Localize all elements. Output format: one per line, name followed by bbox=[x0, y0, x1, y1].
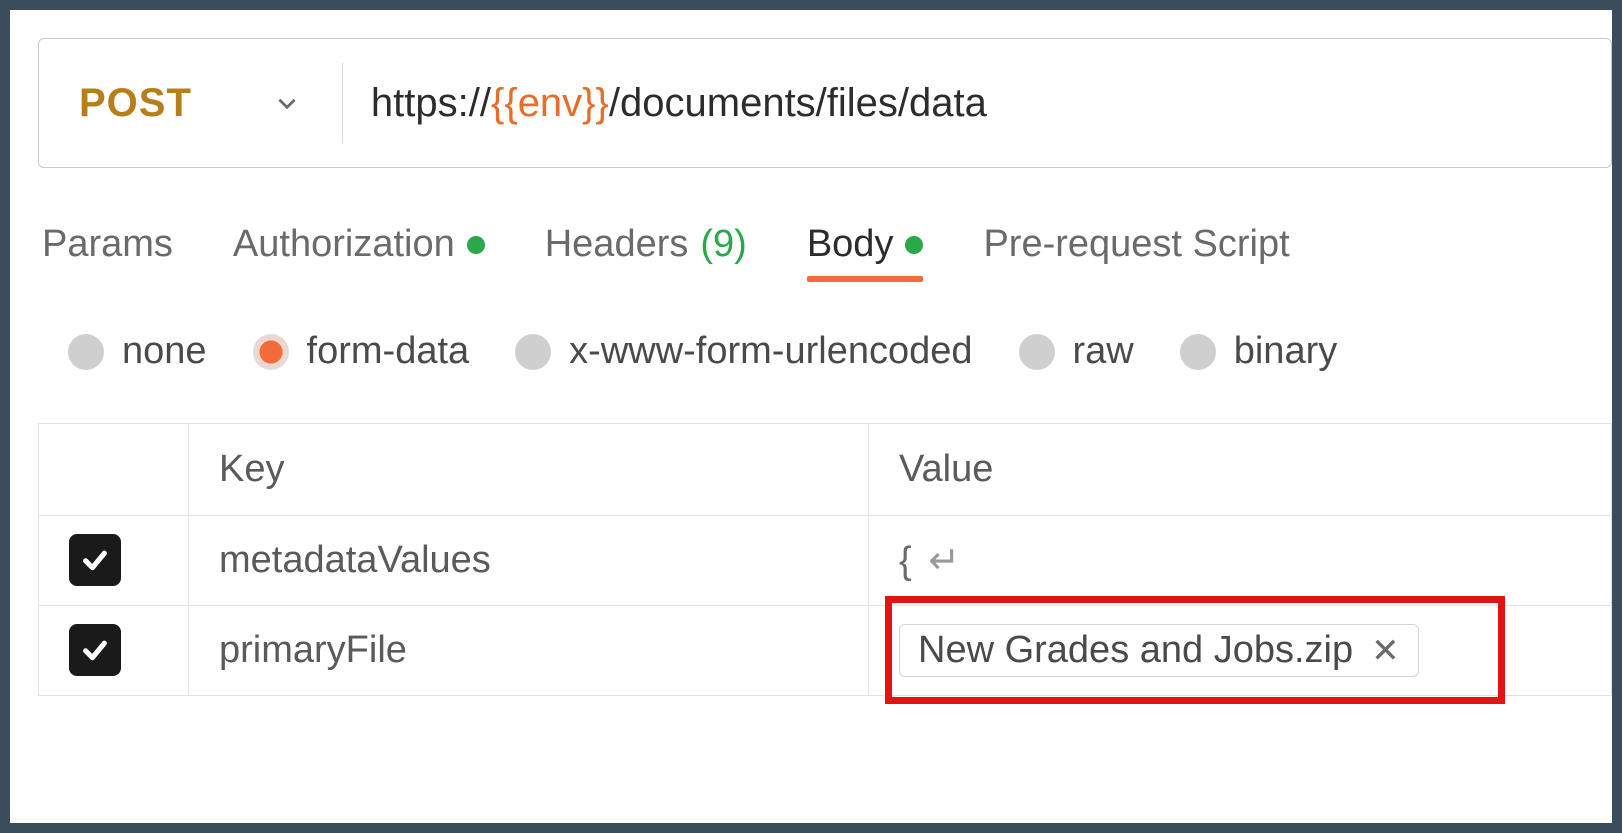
body-type-radios: none form-data x-www-form-urlencoded raw… bbox=[38, 330, 1612, 373]
tab-body-label: Body bbox=[807, 223, 894, 266]
row-checkbox[interactable] bbox=[69, 534, 121, 586]
key-cell[interactable]: primaryFile bbox=[189, 606, 869, 696]
tab-headers[interactable]: Headers (9) bbox=[545, 223, 747, 280]
table-row: metadataValues { ↵ bbox=[39, 516, 1612, 606]
radio-none-label: none bbox=[122, 330, 207, 373]
url-prefix: https:// bbox=[371, 81, 491, 125]
tab-prerequest[interactable]: Pre-request Script bbox=[983, 223, 1289, 280]
file-chip[interactable]: New Grades and Jobs.zip ✕ bbox=[899, 624, 1419, 677]
request-panel: POST https://{{env}}/documents/files/dat… bbox=[10, 10, 1612, 823]
http-method-label: POST bbox=[79, 81, 192, 126]
radio-binary[interactable]: binary bbox=[1180, 330, 1338, 373]
url-input[interactable]: https://{{env}}/documents/files/data bbox=[343, 81, 1611, 126]
remove-file-icon[interactable]: ✕ bbox=[1371, 631, 1400, 671]
radio-icon bbox=[253, 334, 289, 370]
tab-headers-count: (9) bbox=[700, 223, 746, 266]
url-bar: POST https://{{env}}/documents/files/dat… bbox=[38, 38, 1612, 168]
col-header-value: Value bbox=[869, 424, 1612, 516]
radio-urlencoded-label: x-www-form-urlencoded bbox=[569, 330, 972, 373]
file-chip-label: New Grades and Jobs.zip bbox=[918, 629, 1353, 672]
radio-binary-label: binary bbox=[1234, 330, 1338, 373]
status-dot-icon bbox=[905, 236, 923, 254]
table-row: primaryFile New Grades and Jobs.zip ✕ bbox=[39, 606, 1612, 696]
tab-headers-label: Headers bbox=[545, 223, 689, 266]
chevron-down-icon bbox=[272, 88, 302, 118]
radio-urlencoded[interactable]: x-www-form-urlencoded bbox=[515, 330, 972, 373]
tab-authorization-label: Authorization bbox=[233, 223, 455, 266]
form-data-table: Key Value metadataValues { ↵ bbox=[38, 423, 1612, 696]
key-cell[interactable]: metadataValues bbox=[189, 516, 869, 606]
newline-icon: ↵ bbox=[918, 540, 960, 582]
url-variable: {{env}} bbox=[491, 81, 609, 125]
tab-authorization[interactable]: Authorization bbox=[233, 223, 485, 280]
value-cell[interactable]: New Grades and Jobs.zip ✕ bbox=[869, 606, 1612, 696]
status-dot-icon bbox=[467, 236, 485, 254]
tab-params-label: Params bbox=[42, 223, 173, 266]
url-suffix: /documents/files/data bbox=[609, 81, 987, 125]
row-checkbox[interactable] bbox=[69, 624, 121, 676]
col-header-key: Key bbox=[189, 424, 869, 516]
tab-prerequest-label: Pre-request Script bbox=[983, 223, 1289, 266]
radio-icon bbox=[515, 334, 551, 370]
tab-params[interactable]: Params bbox=[42, 223, 173, 280]
request-tabs: Params Authorization Headers (9) Body Pr… bbox=[38, 223, 1612, 280]
value-text: { bbox=[899, 540, 912, 582]
radio-icon bbox=[1180, 334, 1216, 370]
radio-raw[interactable]: raw bbox=[1019, 330, 1134, 373]
radio-form-data-label: form-data bbox=[307, 330, 470, 373]
radio-raw-label: raw bbox=[1073, 330, 1134, 373]
radio-icon bbox=[68, 334, 104, 370]
tab-body[interactable]: Body bbox=[807, 223, 924, 280]
radio-form-data[interactable]: form-data bbox=[253, 330, 470, 373]
col-header-check bbox=[39, 424, 189, 516]
radio-none[interactable]: none bbox=[68, 330, 207, 373]
http-method-select[interactable]: POST bbox=[39, 63, 343, 143]
value-cell[interactable]: { ↵ bbox=[869, 516, 1612, 606]
radio-icon bbox=[1019, 334, 1055, 370]
